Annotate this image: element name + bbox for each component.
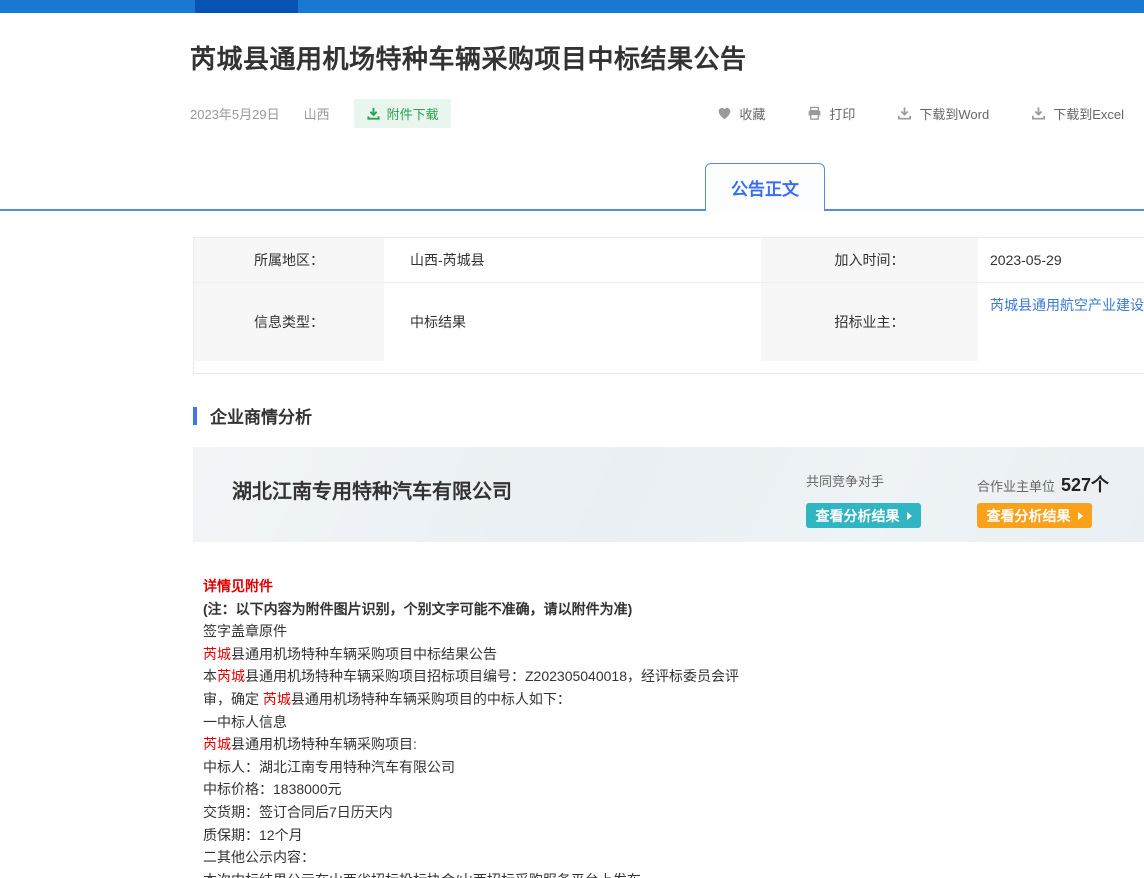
download-excel-button[interactable]: 下载到Excel xyxy=(1025,103,1130,124)
view-partners-analysis-button[interactable]: 查看分析结果 xyxy=(977,503,1092,528)
view-competitors-analysis-label: 查看分析结果 xyxy=(816,506,900,526)
article-line: 质保期：12个月 xyxy=(203,824,1144,847)
view-partners-analysis-label: 查看分析结果 xyxy=(987,506,1071,526)
top-nav-bar xyxy=(0,0,1144,13)
info-type-value: 中标结果 xyxy=(384,283,761,361)
section-title: 企业商情分析 xyxy=(210,403,312,428)
owner-link[interactable]: 芮城县通用航空产业建设发 xyxy=(990,295,1144,315)
meta-actions: 收藏 打印 下载到Word 下载到Excel xyxy=(711,103,1130,124)
meta-row: 2023年5月29日 山西 附件下载 收藏 打印 xyxy=(190,100,1130,126)
favorite-button[interactable]: 收藏 xyxy=(711,103,771,124)
tab-divider-line xyxy=(0,209,1144,211)
partners-count: 527个 xyxy=(1061,471,1109,497)
article-line: 签字盖章原件 xyxy=(203,620,1144,643)
section-accent-bar xyxy=(193,407,197,425)
info-table: 所属地区： 山西-芮城县 加入时间： 2023-05-29 信息类型： 中标结果… xyxy=(193,237,1144,374)
info-owner-label: 招标业主： xyxy=(761,283,978,361)
article-line: 本芮城县通用机场特种车辆采购项目招标项目编号：Z202305040018，经评标… xyxy=(203,665,1144,688)
meta-left: 2023年5月29日 山西 附件下载 xyxy=(190,99,451,128)
article-line: 二其他公示内容： xyxy=(203,846,1144,869)
article-line: (注：以下内容为附件图片识别，个别文字可能不准确，请以附件为准) xyxy=(203,598,1144,621)
partners-label: 合作业主单位 xyxy=(977,476,1055,495)
page-title: 芮城县通用机场特种车辆采购项目中标结果公告 xyxy=(190,45,1144,73)
print-label: 打印 xyxy=(829,104,855,123)
favorite-label: 收藏 xyxy=(739,104,765,123)
heart-icon xyxy=(717,106,732,121)
tab-strip: 公告正文 xyxy=(0,163,1144,211)
download-word-button[interactable]: 下载到Word xyxy=(891,103,995,124)
article-body: 详情见附件(注：以下内容为附件图片识别，个别文字可能不准确，请以附件为准)签字盖… xyxy=(203,575,1144,878)
article-line: 芮城县通用机场特种车辆采购项目中标结果公告 xyxy=(203,643,1144,666)
competitors-label: 共同竞争对手 xyxy=(806,471,884,490)
print-button[interactable]: 打印 xyxy=(801,103,861,124)
section-header: 企业商情分析 xyxy=(193,403,1144,428)
attachment-download-button[interactable]: 附件下载 xyxy=(354,99,451,128)
article-line: 中标价格：1838000元 xyxy=(203,778,1144,801)
info-time-label: 加入时间： xyxy=(761,238,978,283)
article-line: 一中标人信息 xyxy=(203,711,1144,734)
article-line: 芮城县通用机场特种车辆采购项目: xyxy=(203,733,1144,756)
printer-icon xyxy=(807,106,822,121)
download-icon xyxy=(1031,106,1046,121)
publish-date: 2023年5月29日 xyxy=(190,104,280,123)
company-name: 湖北江南专用特种汽车有限公司 xyxy=(232,480,512,504)
arrow-right-icon xyxy=(907,512,912,520)
company-analysis-card: 湖北江南专用特种汽车有限公司 共同竞争对手 查看分析结果 合作业主单位 527个… xyxy=(193,447,1144,542)
download-icon xyxy=(366,106,381,121)
article-line: 中标人：湖北江南专用特种汽车有限公司 xyxy=(203,756,1144,779)
info-owner-cell: 芮城县通用航空产业建设发 xyxy=(978,283,1144,373)
download-icon xyxy=(897,106,912,121)
competitors-group: 共同竞争对手 查看分析结果 xyxy=(806,471,921,528)
article-line: 本次中标结果公示在山西省招标投标协会/山西招标采购服务平台上发布。 xyxy=(203,869,1144,878)
info-type-label: 信息类型： xyxy=(194,283,384,361)
download-excel-label: 下载到Excel xyxy=(1053,104,1124,123)
info-region-label: 所属地区： xyxy=(194,238,384,283)
partners-group: 合作业主单位 527个 查看分析结果 xyxy=(977,471,1109,528)
info-region-value: 山西-芮城县 xyxy=(384,238,761,283)
download-word-label: 下载到Word xyxy=(919,104,989,123)
attachment-button-label: 附件下载 xyxy=(387,104,439,123)
article-line: 交货期：签订合同后7日历天内 xyxy=(203,801,1144,824)
info-time-value: 2023-05-29 xyxy=(978,238,1144,283)
view-competitors-analysis-button[interactable]: 查看分析结果 xyxy=(806,503,921,528)
region-label: 山西 xyxy=(304,104,330,123)
article-line: 详情见附件 xyxy=(203,575,1144,598)
top-nav-active-segment[interactable] xyxy=(195,0,298,13)
article-line: 审，确定 芮城县通用机场特种车辆采购项目的中标人如下： xyxy=(203,688,1144,711)
tab-announcement-body[interactable]: 公告正文 xyxy=(705,163,825,211)
arrow-right-icon xyxy=(1078,512,1083,520)
